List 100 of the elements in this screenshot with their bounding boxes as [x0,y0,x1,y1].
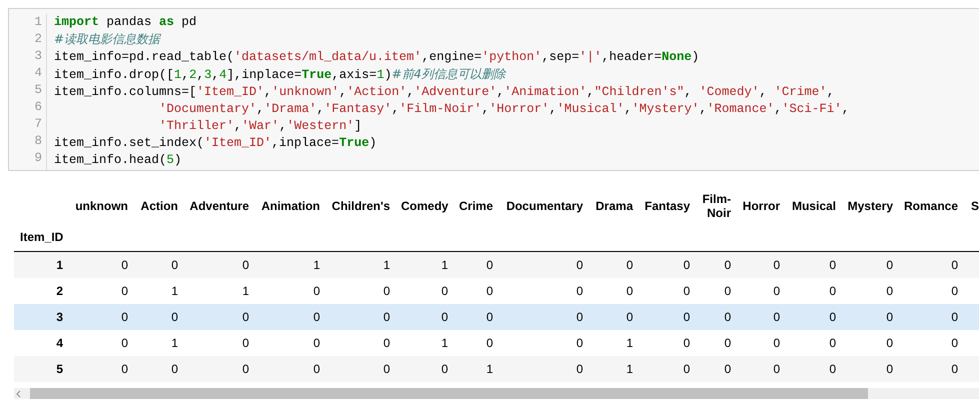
table-cell: 0 [313,362,320,376]
table-cell: 0 [886,258,893,272]
column-header: Animation [261,199,320,213]
table-cell: 0 [724,258,731,272]
table-cell: 1 [441,336,448,350]
table-cell: 0 [886,284,893,298]
table-cell: 0 [626,284,633,298]
table-cell: 0 [313,336,320,350]
row-index: 1 [56,258,63,272]
table-cell: 0 [829,362,836,376]
table-cell: 0 [576,336,583,350]
line-number: 8 [34,133,42,150]
row-index: 3 [56,310,63,324]
code-cell[interactable] [8,8,979,171]
table-cell: 1 [313,258,320,272]
table-cell: 0 [383,362,390,376]
column-header: Mystery [848,199,893,213]
column-header: Comedy [401,199,448,213]
column-header: Musical [792,199,836,213]
table-cell: 0 [886,336,893,350]
table-cell: 0 [773,258,780,272]
column-header: Romance [904,199,958,213]
line-number: 3 [34,48,42,65]
table-cell: 0 [886,362,893,376]
table-cell: 0 [171,258,178,272]
table-cell: 0 [383,284,390,298]
table-cell: 1 [242,284,249,298]
table-cell: 0 [441,284,448,298]
table-cell: 0 [724,362,731,376]
table-cell: 0 [886,310,893,324]
table-cell: 0 [773,336,780,350]
column-header: Horror [742,199,780,213]
line-number: 2 [34,31,42,48]
table-cell: 0 [951,284,958,298]
code-line: 'Documentary','Drama','Fantasy','Film-Noir','Horror','Musical','Mystery','Romance','Sci-Fi', [158,101,850,118]
table-cell: 1 [383,258,390,272]
column-header: Drama [596,199,633,213]
line-number: 7 [34,116,42,133]
code-line: item_info.columns=['Item_ID','unknown','Action','Adventure','Animation',"Children's", 'Comedy', 'Crime', [54,84,836,101]
table-cell: 0 [313,310,320,324]
table-cell: 0 [121,258,128,272]
table-cell: 0 [829,258,836,272]
table-cell: 0 [626,310,633,324]
table-cell: 0 [242,258,249,272]
table-cell: 0 [951,362,958,376]
line-number: 1 [34,14,42,31]
line-number: 6 [34,99,42,116]
table-cell: 0 [683,284,690,298]
table-cell: 0 [683,258,690,272]
table-cell: 0 [773,362,780,376]
column-header: Film-Noir [702,192,731,220]
table-cell: 0 [683,362,690,376]
column-header: Children's [332,199,390,213]
line-number: 9 [34,150,42,167]
column-header: Adventure [190,199,249,213]
column-header: Crime [459,199,494,213]
table-cell: 1 [626,362,633,376]
index-header: Item_ID [20,230,64,244]
table-cell: 0 [683,310,690,324]
table-cell: 0 [121,362,128,376]
table-cell: 0 [576,258,583,272]
code-line: #读取电影信息数据 [54,31,162,48]
table-cell: 1 [626,336,633,350]
table-cell: 0 [486,284,493,298]
code-line: item_info.set_index('Item_ID',inplace=True) [54,135,378,152]
table-cell: 0 [951,258,958,272]
table-cell: 0 [576,310,583,324]
table-cell: 0 [486,310,493,324]
table-cell: 0 [829,310,836,324]
code-line: item_info.head(5) [54,152,183,169]
table-cell: 0 [486,336,493,350]
column-header: Documentary [506,199,583,213]
table-cell: 0 [383,310,390,324]
row-index: 5 [56,362,63,376]
table-cell: 0 [121,284,128,298]
code-line: item_info.drop([1,2,3,4],inplace=True,axis=1)#前4列信息可以删除 [54,66,508,84]
table-cell: 0 [171,362,178,376]
table-cell: 0 [441,310,448,324]
column-header: Action [140,199,178,213]
table-cell: 0 [313,284,320,298]
table-cell: 0 [683,336,690,350]
row-index: 4 [56,336,63,350]
table-cell: 0 [773,310,780,324]
code-line: item_info=pd.read_table('datasets/ml_data/u.item',engine='python',sep='|',header=None) [54,49,700,66]
table-cell: 0 [121,336,128,350]
table-cell: 1 [441,258,448,272]
row-index: 2 [56,284,63,298]
table-cell: 0 [773,284,780,298]
column-header: Fantasy [644,199,690,213]
column-header: S [971,199,979,213]
table-cell: 0 [829,284,836,298]
table-cell: 0 [171,310,178,324]
table-cell: 1 [171,284,178,298]
table-cell: 0 [724,284,731,298]
table-cell: 0 [724,336,731,350]
table-cell: 0 [951,336,958,350]
code-line: 'Thriller','War','Western'] [158,118,363,135]
table-cell: 1 [171,336,178,350]
table-cell: 0 [829,336,836,350]
table-cell: 0 [951,310,958,324]
